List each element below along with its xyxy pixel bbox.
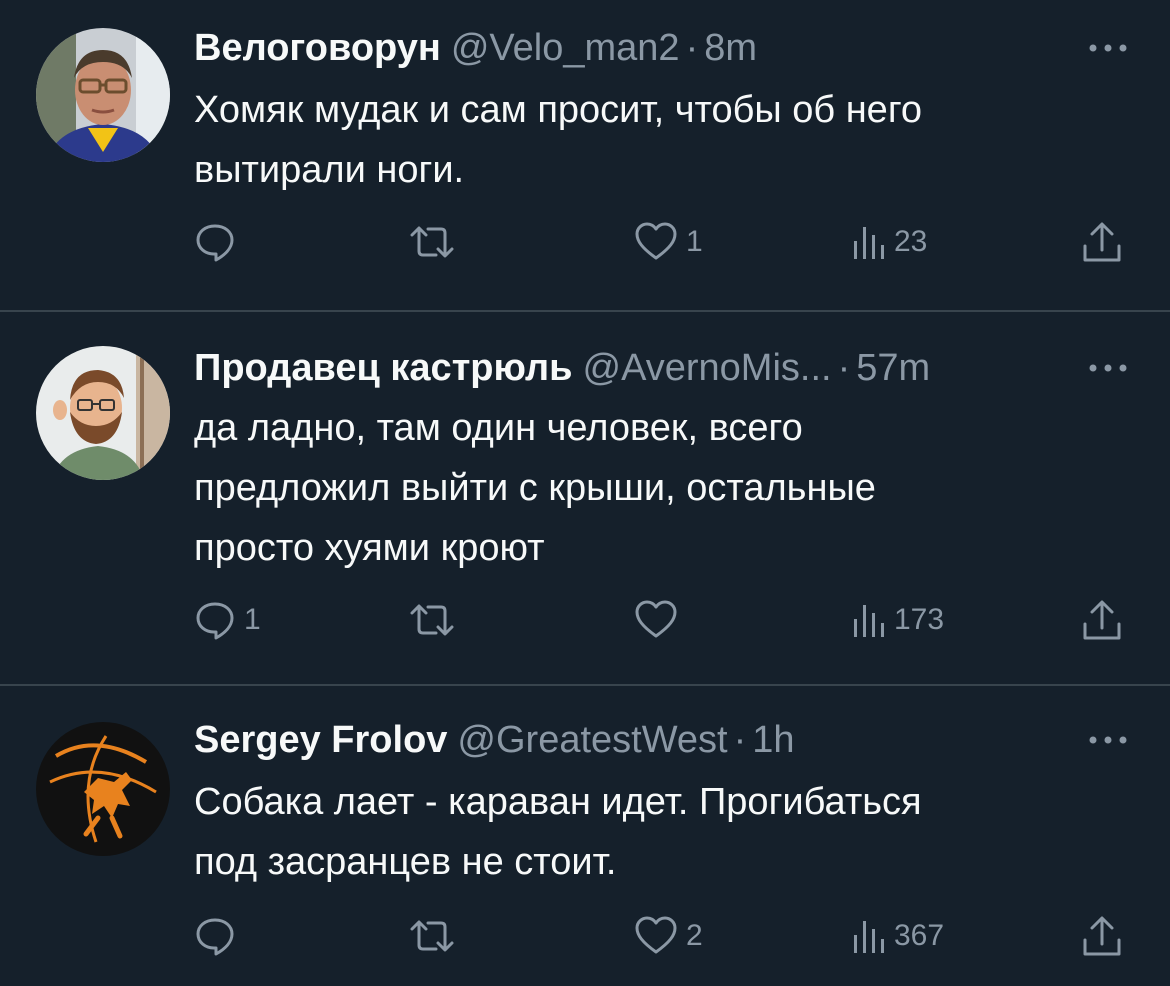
timestamp[interactable]: 8m: [704, 27, 757, 69]
tweet-actions: 1 23: [194, 218, 1134, 266]
tweet-text: Собака лает - караван идет. Прогибаться …: [194, 772, 1114, 892]
tweet-text-line: под засранцев не стоит.: [194, 841, 617, 883]
reply-button[interactable]: [194, 912, 244, 960]
share-icon: [1080, 598, 1124, 642]
user-handle[interactable]: @AvernoMis...: [583, 347, 832, 389]
display-name[interactable]: Продавец кастрюль: [194, 347, 573, 389]
reply-count: 1: [244, 603, 261, 636]
views-button[interactable]: 173: [850, 596, 944, 644]
more-icon[interactable]: [1086, 38, 1130, 58]
view-count: 367: [894, 919, 945, 952]
tweet-text: Хомяк мудак и сам просит, чтобы об него …: [194, 80, 1114, 200]
separator: ·: [733, 719, 747, 761]
tweet-text-line: просто хуями кроют: [194, 527, 545, 569]
like-button[interactable]: 1: [634, 218, 703, 266]
like-button[interactable]: [634, 596, 686, 644]
retweet-button[interactable]: [408, 912, 464, 960]
views-button[interactable]: 367: [850, 912, 944, 960]
like-button[interactable]: 2: [634, 912, 703, 960]
avatar[interactable]: [36, 346, 170, 480]
reply-icon: [194, 915, 236, 957]
tweet-text-line: Собака лает - караван идет. Прогибаться: [194, 781, 922, 823]
separator: ·: [837, 347, 851, 389]
tweet-text-line: да ладно, там один человек, всего: [194, 407, 803, 449]
avatar[interactable]: [36, 722, 170, 856]
like-count: 2: [686, 919, 703, 952]
timestamp[interactable]: 1h: [752, 719, 794, 761]
share-icon: [1080, 914, 1124, 958]
tweet[interactable]: Sergey Frolov @GreatestWest · 1h Собака лае…: [0, 686, 1170, 986]
display-name[interactable]: Sergey Frolov: [194, 719, 447, 761]
view-count: 23: [894, 225, 928, 258]
tweet-text-line: вытирали ноги.: [194, 149, 465, 191]
heart-icon: [634, 221, 678, 263]
views-icon: [850, 221, 886, 263]
separator: ·: [685, 27, 699, 69]
retweet-icon: [408, 221, 456, 263]
reply-icon: [194, 221, 236, 263]
tweet-text: да ладно, там один человек, всего предло…: [194, 398, 1114, 578]
share-button[interactable]: [1080, 912, 1124, 960]
user-handle[interactable]: @Velo_man2: [451, 27, 680, 69]
views-button[interactable]: 23: [850, 218, 927, 266]
retweet-icon: [408, 915, 456, 957]
tweet-actions: 2 367: [194, 912, 1134, 960]
share-button[interactable]: [1080, 596, 1124, 644]
share-icon: [1080, 220, 1124, 264]
retweet-icon: [408, 599, 456, 641]
views-icon: [850, 915, 886, 957]
views-icon: [850, 599, 886, 641]
timestamp[interactable]: 57m: [856, 347, 930, 389]
more-icon[interactable]: [1086, 358, 1130, 378]
retweet-button[interactable]: [408, 218, 464, 266]
heart-icon: [634, 915, 678, 957]
tweet-header: Sergey Frolov @GreatestWest · 1h: [194, 718, 795, 762]
like-count: 1: [686, 225, 703, 258]
user-handle[interactable]: @GreatestWest: [457, 719, 727, 761]
tweet-text-line: предложил выйти с крыши, остальные: [194, 467, 876, 509]
tweet-actions: 1 173: [194, 596, 1134, 644]
tweet-header: Продавец кастрюль @AvernoMis... · 57m: [194, 346, 930, 390]
view-count: 173: [894, 603, 945, 636]
tweet[interactable]: Продавец кастрюль @AvernoMis... · 57m да ла…: [0, 312, 1170, 684]
display-name[interactable]: Велоговорун: [194, 27, 441, 69]
reply-button[interactable]: [194, 218, 244, 266]
reply-icon: [194, 599, 236, 641]
retweet-button[interactable]: [408, 596, 464, 644]
heart-icon: [634, 599, 678, 641]
more-icon[interactable]: [1086, 730, 1130, 750]
reply-button[interactable]: 1: [194, 596, 261, 644]
tweet[interactable]: Велоговорун @Velo_man2 · 8m Хомяк мудак и с…: [0, 0, 1170, 310]
avatar[interactable]: [36, 28, 170, 162]
share-button[interactable]: [1080, 218, 1124, 266]
tweet-header: Велоговорун @Velo_man2 · 8m: [194, 26, 757, 70]
tweet-text-line: Хомяк мудак и сам просит, чтобы об него: [194, 89, 922, 131]
